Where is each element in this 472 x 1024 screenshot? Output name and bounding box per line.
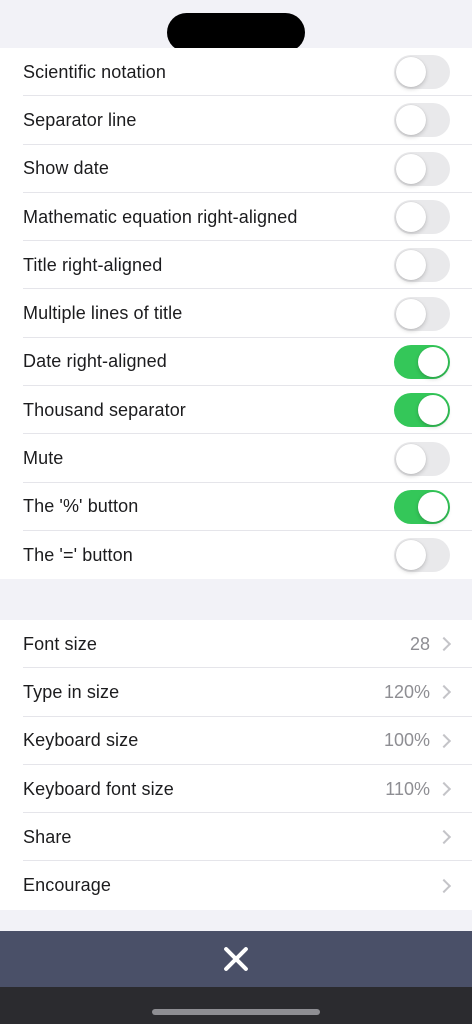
nav-row-share[interactable]: Share — [0, 813, 472, 862]
home-indicator-area — [0, 987, 472, 1024]
setting-label: Share — [23, 826, 72, 847]
thousand-separator-toggle[interactable] — [394, 393, 450, 428]
setting-label: Keyboard font size — [23, 778, 174, 799]
setting-label: Title right-aligned — [23, 254, 163, 275]
title-right-aligned-toggle[interactable] — [394, 248, 450, 283]
setting-label: Multiple lines of title — [23, 303, 183, 324]
close-button[interactable] — [216, 939, 256, 979]
navigation-settings-group: Font size 28 Type in size 120% Keyboard … — [0, 620, 472, 910]
chevron-right-icon — [436, 685, 452, 700]
toggle-knob — [396, 105, 426, 136]
nav-row-keyboard-font-size[interactable]: Keyboard font size 110% — [0, 765, 472, 814]
setting-row-equation-right-aligned: Mathematic equation right-aligned — [0, 193, 472, 242]
toggle-knob — [396, 540, 426, 571]
setting-label: Mathematic equation right-aligned — [23, 206, 298, 227]
setting-label: The '=' button — [23, 544, 133, 565]
toggle-knob — [396, 250, 426, 281]
setting-row-multiple-lines-title: Multiple lines of title — [0, 289, 472, 339]
setting-row-equals-button: The '=' button — [0, 531, 472, 579]
chevron-right-icon — [436, 637, 452, 652]
setting-row-date-right-aligned: Date right-aligned — [0, 338, 472, 387]
setting-label: Date right-aligned — [23, 351, 167, 372]
toggle-knob — [418, 346, 448, 377]
setting-row-show-date: Show date — [0, 145, 472, 194]
toggle-knob — [396, 202, 426, 233]
toggle-settings-group: Scientific notation Separator line Show … — [0, 48, 472, 580]
chevron-right-icon — [436, 781, 452, 797]
setting-value: 28 — [409, 633, 430, 654]
nav-row-font-size[interactable]: Font size 28 — [0, 620, 472, 669]
home-indicator[interactable] — [152, 1009, 320, 1015]
chevron-right-icon — [436, 733, 452, 748]
setting-row-mute: Mute — [0, 434, 472, 483]
setting-row-percent-button: The '%' button — [0, 483, 472, 532]
show-date-toggle[interactable] — [394, 151, 450, 186]
nav-row-type-in-size[interactable]: Type in size 120% — [0, 668, 472, 717]
mute-toggle[interactable] — [394, 441, 450, 476]
setting-label: Type in size — [23, 681, 120, 702]
setting-label: Keyboard size — [23, 730, 139, 751]
setting-row-separator-line: Separator line — [0, 96, 472, 145]
toggle-knob — [396, 153, 426, 184]
toggle-knob — [418, 395, 448, 426]
toggle-knob — [396, 298, 426, 329]
nav-row-keyboard-size[interactable]: Keyboard size 100% — [0, 717, 472, 766]
nav-row-encourage[interactable]: Encourage — [0, 861, 472, 909]
bottom-toolbar — [0, 931, 472, 987]
setting-label: Thousand separator — [23, 399, 186, 420]
setting-value: 120% — [383, 681, 430, 702]
toggle-knob — [418, 491, 448, 522]
percent-button-toggle[interactable] — [394, 489, 450, 524]
setting-label: Separator line — [23, 109, 137, 130]
toggle-knob — [396, 57, 426, 88]
equation-right-aligned-toggle[interactable] — [394, 200, 450, 235]
setting-row-thousand-separator: Thousand separator — [0, 386, 472, 435]
status-bar-area — [0, 0, 472, 52]
equals-button-toggle[interactable] — [394, 538, 450, 573]
setting-value: 100% — [383, 730, 430, 751]
setting-label: Encourage — [23, 875, 111, 896]
dynamic-island — [167, 13, 305, 52]
setting-label: The '%' button — [23, 496, 139, 517]
date-right-aligned-toggle[interactable] — [394, 344, 450, 379]
setting-label: Show date — [23, 158, 109, 179]
chevron-right-icon — [436, 878, 452, 893]
separator-line-toggle[interactable] — [394, 103, 450, 138]
toggle-knob — [396, 443, 426, 474]
setting-value: 110% — [385, 778, 430, 799]
chevron-right-icon — [436, 830, 452, 845]
multiple-lines-title-toggle[interactable] — [394, 296, 450, 331]
setting-label: Scientific notation — [23, 61, 166, 82]
setting-label: Mute — [23, 448, 64, 469]
setting-row-scientific-notation: Scientific notation — [0, 48, 472, 97]
setting-row-title-right-aligned: Title right-aligned — [0, 241, 472, 290]
scientific-notation-toggle[interactable] — [394, 55, 450, 90]
setting-label: Font size — [23, 633, 97, 654]
